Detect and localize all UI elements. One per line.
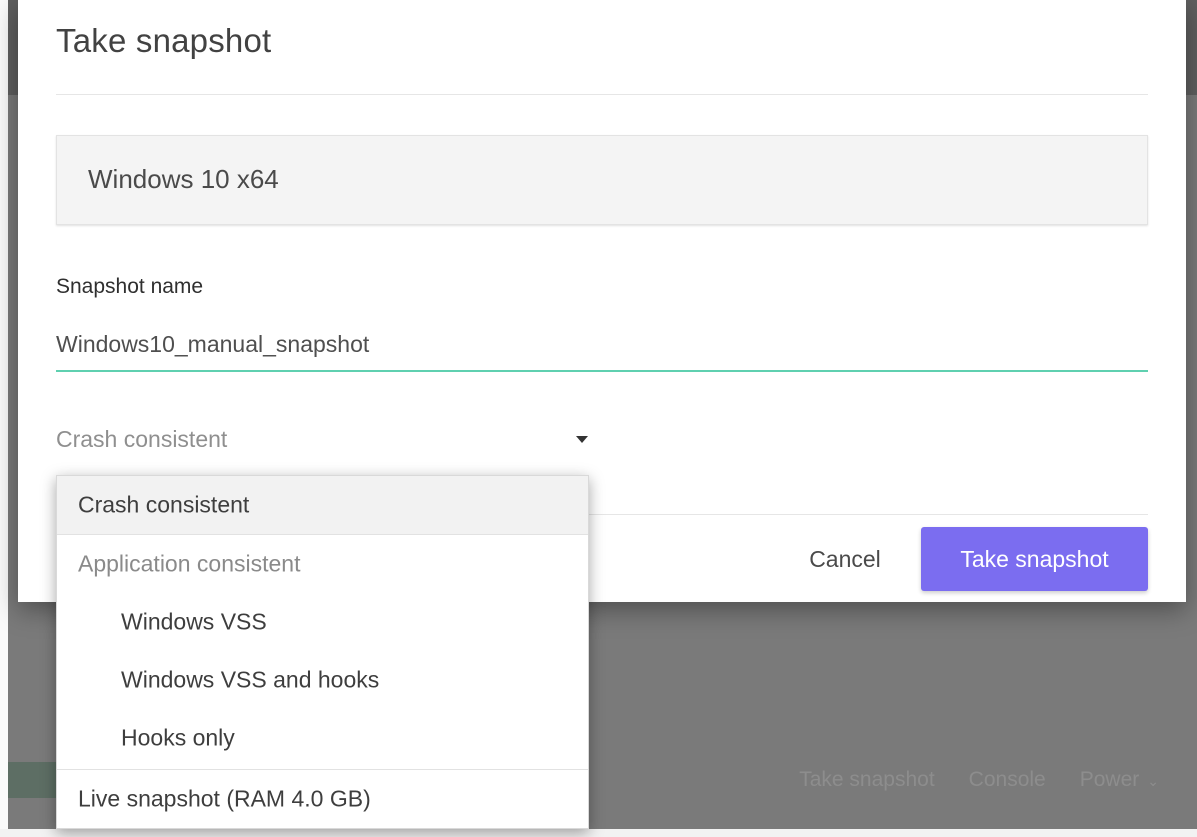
menu-item-label: Live snapshot (RAM 4.0 GB) (78, 785, 371, 812)
dialog-title: Take snapshot (56, 22, 272, 59)
background-power-button: Power ⌄ (1080, 768, 1159, 792)
snapshot-name-label: Snapshot name (56, 275, 204, 298)
chevron-down-icon: ⌄ (1147, 773, 1159, 789)
background-take-snapshot-button: Take snapshot (799, 768, 935, 791)
take-snapshot-button[interactable]: Take snapshot (921, 527, 1148, 591)
background-left-edge (0, 0, 8, 837)
menu-item-windows-vss[interactable]: Windows VSS (57, 593, 588, 651)
menu-group-label: Application consistent (78, 550, 301, 577)
background-toolbar: Take snapshot Console Power ⌄ (799, 762, 1159, 798)
menu-item-crash-consistent[interactable]: Crash consistent (57, 476, 588, 534)
consistency-select-value: Crash consistent (56, 426, 228, 452)
cancel-button[interactable]: Cancel (780, 528, 910, 590)
menu-item-label: Windows VSS and hooks (121, 666, 380, 693)
menu-item-label: Crash consistent (78, 491, 250, 518)
menu-item-windows-vss-and-hooks[interactable]: Windows VSS and hooks (57, 651, 588, 709)
menu-item-label: Hooks only (121, 724, 235, 751)
dialog-header-divider (56, 94, 1148, 95)
background-bottom-edge (0, 829, 1197, 837)
menu-item-label: Windows VSS (121, 608, 267, 635)
consistency-select[interactable]: Crash consistent (56, 418, 588, 466)
menu-group-application-consistent: Application consistent (57, 535, 588, 593)
background-power-label: Power (1079, 768, 1140, 791)
snapshot-name-input[interactable] (56, 318, 1148, 372)
vm-name-box: Windows 10 x64 (56, 135, 1148, 225)
vm-name: Windows 10 x64 (88, 164, 279, 194)
menu-item-hooks-only[interactable]: Hooks only (57, 709, 588, 767)
background-console-button: Console (968, 768, 1046, 791)
menu-item-live-snapshot[interactable]: Live snapshot (RAM 4.0 GB) (57, 770, 588, 828)
caret-down-icon (576, 436, 588, 443)
consistency-dropdown-menu: Crash consistent Application consistent … (56, 475, 589, 829)
